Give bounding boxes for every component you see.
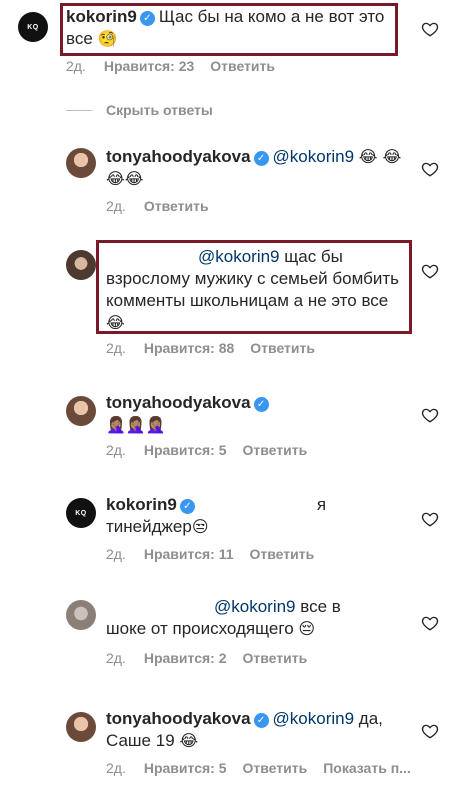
username[interactable]: tonyahoodyakova [106,709,251,728]
emoji: 😂 [179,731,199,750]
avatar[interactable] [66,396,96,426]
verified-check-icon: ✓ [179,499,195,514]
comment-meta: 2д. Нравится: 5 Ответить [106,442,323,458]
heart-outline-icon[interactable] [421,262,439,280]
timestamp: 2д. [106,442,126,458]
comment-body: Саше 19 [106,731,175,750]
hide-replies-label: Скрыть ответы [106,102,213,118]
heart-outline-icon[interactable] [421,614,439,632]
comment-meta: 2д. Нравится: 23 Ответить [66,58,291,74]
comment-meta: 2д. Нравится: 5 Ответить Показать п... [106,760,411,776]
verified-check-icon: ✓ [253,397,269,412]
avatar[interactable] [66,600,96,630]
mention-link[interactable]: @kokorin9 [273,147,355,166]
emoji: 😒 [191,517,209,536]
divider [66,109,92,111]
mention-link[interactable]: @kokorin9 [214,597,296,616]
reply-button[interactable]: Ответить [243,442,308,458]
avatar[interactable] [66,712,96,742]
comment-text: tonyahoodyakova ✓ @kokorin9 да, Саше 19 😂 [106,708,416,752]
avatar[interactable]: KQ [66,498,96,528]
heart-outline-icon[interactable] [421,722,439,740]
comment-text: @kokorin9 все в шоке от происходящего 😔 [106,596,406,640]
highlight-box [96,240,412,334]
heart-outline-icon[interactable] [421,406,439,424]
timestamp: 2д. [106,340,126,356]
emoji: 🤦🏽‍♀️🤦🏽‍♀️🤦🏽‍♀️ [106,415,166,434]
reply-button[interactable]: Ответить [210,58,275,74]
heart-outline-icon[interactable] [421,510,439,528]
heart-outline-icon[interactable] [421,160,439,178]
timestamp: 2д. [106,198,126,214]
likes-count[interactable]: Нравится: 2 [144,650,227,666]
comment-body: тинейджер [106,517,192,536]
comment-meta: 2д. Нравится: 88 Ответить [106,340,331,356]
emoji: 😔 [298,619,316,638]
reply-button[interactable]: Ответить [250,340,315,356]
reply-button[interactable]: Ответить [250,546,315,562]
likes-count[interactable]: Нравится: 23 [104,58,194,74]
verified-check-icon: ✓ [253,713,269,728]
hide-replies-button[interactable]: Скрыть ответы [66,102,213,118]
comment-body: шоке от происходящего [106,619,294,638]
comment-body: я [316,495,327,514]
comment-meta: 2д. Нравится: 2 Ответить [106,650,323,666]
reply-button[interactable]: Ответить [243,650,308,666]
reply-button[interactable]: Ответить [243,760,308,776]
avatar[interactable] [66,148,96,178]
likes-count[interactable]: Нравится: 11 [144,546,234,562]
reply-button[interactable]: Ответить [144,198,209,214]
username[interactable]: tonyahoodyakova [106,147,251,166]
heart-outline-icon[interactable] [421,20,439,38]
show-translation-link[interactable]: Показать п... [323,760,411,776]
likes-count[interactable]: Нравится: 5 [144,760,227,776]
comment-text: kokorin9 ✓ я тинейджер😒 [106,494,406,538]
comment-text: tonyahoodyakova ✓ 🤦🏽‍♀️🤦🏽‍♀️🤦🏽‍♀️ [106,392,406,436]
comment-body: все в [300,597,341,616]
avatar[interactable]: KQ [18,12,48,42]
timestamp: 2д. [106,760,126,776]
mention-link[interactable]: @kokorin9 [273,709,355,728]
comment-meta: 2д. Ответить [106,198,225,214]
timestamp: 2д. [106,650,126,666]
username[interactable]: tonyahoodyakova [106,393,251,412]
timestamp: 2д. [106,546,126,562]
likes-count[interactable]: Нравится: 88 [144,340,234,356]
comment-meta: 2д. Нравится: 11 Ответить [106,546,330,562]
comment-body: да, [358,709,383,728]
verified-check-icon: ✓ [253,151,269,166]
comment-text: tonyahoodyakova ✓ @kokorin9 😂 😂😂😂 [106,146,406,190]
timestamp: 2д. [66,58,86,74]
likes-count[interactable]: Нравится: 5 [144,442,227,458]
highlight-box [60,3,398,56]
avatar[interactable] [66,250,96,280]
username[interactable]: kokorin9 [106,495,177,514]
